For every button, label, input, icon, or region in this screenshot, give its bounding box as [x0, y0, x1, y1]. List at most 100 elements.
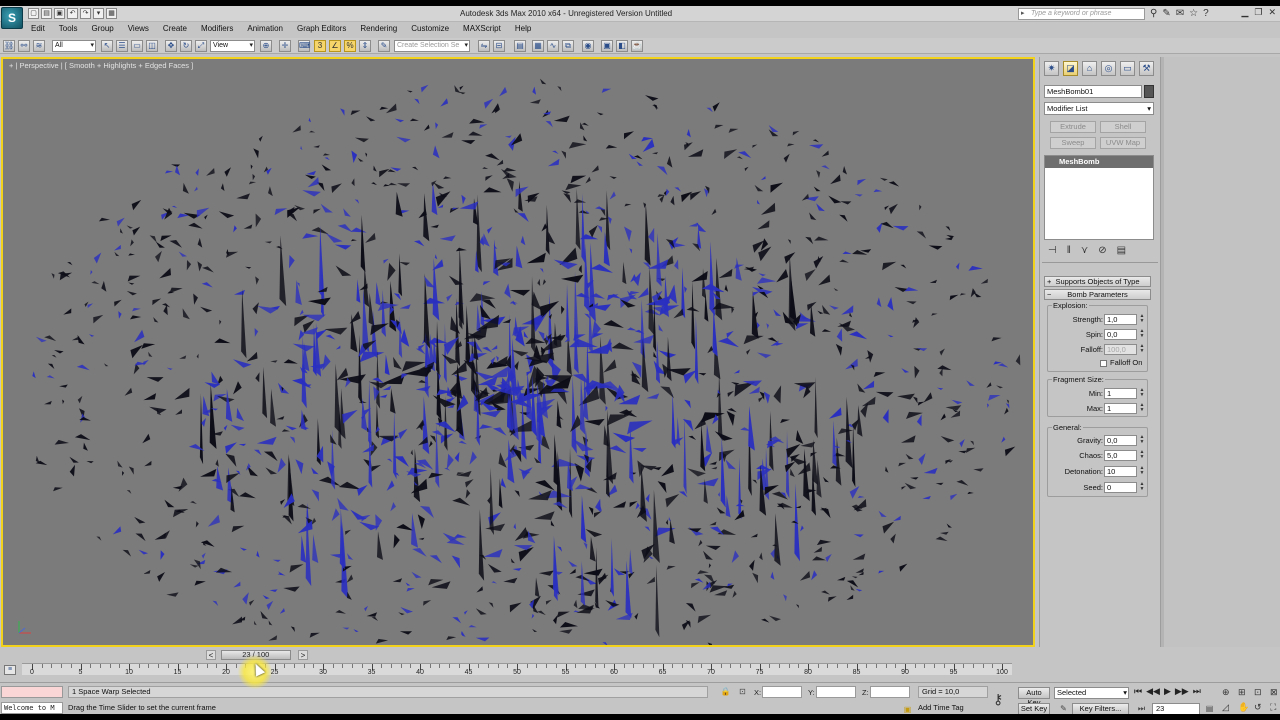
maximize-viewport-icon[interactable]: ⛶	[1270, 702, 1280, 713]
favorites-icon[interactable]: ☆	[1189, 8, 1198, 19]
seed-field[interactable]: 0	[1104, 482, 1137, 493]
set-key-button[interactable]: Set Key	[1018, 703, 1050, 714]
menu-maxscript[interactable]: MAXScript	[456, 23, 508, 35]
z-coordinate-field[interactable]	[870, 686, 910, 698]
key-mode-toggle-icon[interactable]: ⏭	[1136, 704, 1147, 714]
render-production-icon[interactable]: ☕	[631, 40, 643, 52]
display-tab-icon[interactable]: ▭	[1120, 61, 1135, 76]
percent-snap-icon[interactable]: %	[344, 40, 356, 52]
object-name-field[interactable]: MeshBomb01	[1044, 85, 1142, 98]
menu-graph-editors[interactable]: Graph Editors	[290, 23, 353, 35]
detonation-field[interactable]: 10	[1104, 466, 1137, 477]
rollout-bomb-parameters[interactable]: − Bomb Parameters	[1044, 289, 1151, 300]
project-folder-icon[interactable]: ▦	[106, 8, 117, 19]
falloff-field[interactable]: 100,0	[1104, 344, 1137, 355]
time-configuration-icon[interactable]: ▤	[1204, 704, 1215, 714]
infocenter-search-input[interactable]: Type a keyword or phrase	[1018, 8, 1145, 20]
gravity-field[interactable]: 0,0	[1104, 435, 1137, 446]
graphite-ribbon-icon[interactable]: ▦	[532, 40, 544, 52]
pan-icon[interactable]: ✋	[1238, 702, 1250, 713]
key-mode-select[interactable]: Selected	[1054, 687, 1129, 699]
next-key-icon[interactable]: ▶▶	[1175, 686, 1189, 697]
restore-icon[interactable]: ❐	[1254, 7, 1262, 18]
track-bar[interactable]: 0 5 10 15 20 25 30 35 40 45 50 55 60 65 70 75 80 85 90 95 10…	[22, 663, 1012, 676]
auto-key-button[interactable]: Auto Key	[1018, 687, 1050, 707]
spin-field[interactable]: 0,0	[1104, 329, 1137, 340]
show-end-result-icon[interactable]: ‖	[1067, 245, 1071, 256]
modifier-list-select[interactable]: Modifier List	[1044, 102, 1154, 115]
absolute-mode-icon[interactable]: ⊡	[737, 687, 748, 697]
layer-manager-icon[interactable]: ▤	[514, 40, 526, 52]
maxscript-listener-output[interactable]	[1, 686, 63, 698]
key-filter-icon[interactable]: ✎	[1058, 704, 1069, 714]
close-icon[interactable]: ✕	[1268, 7, 1276, 18]
keyboard-shortcut-override-icon[interactable]: ⌨	[298, 40, 311, 52]
hierarchy-tab-icon[interactable]: ⌂	[1082, 61, 1097, 76]
mini-curve-editor-icon[interactable]: ≡	[4, 665, 16, 675]
help-icon[interactable]: ?	[1203, 8, 1209, 19]
motion-tab-icon[interactable]: ◎	[1101, 61, 1116, 76]
select-move-icon[interactable]: ✥	[165, 40, 177, 52]
falloff-spinner-icon[interactable]: ▲ ▼	[1139, 344, 1145, 355]
select-object-icon[interactable]: ↖	[101, 40, 113, 52]
y-coordinate-field[interactable]	[816, 686, 856, 698]
strength-field[interactable]: 1,0	[1104, 314, 1137, 325]
unlink-icon[interactable]: ⚯	[18, 40, 30, 52]
seed-spinner-icon[interactable]: ▲ ▼	[1139, 482, 1145, 493]
communication-icon[interactable]: ✉	[1176, 8, 1184, 19]
zoom-extents-all-icon[interactable]: ⊠	[1270, 687, 1280, 698]
menu-animation[interactable]: Animation	[240, 23, 290, 35]
min-field[interactable]: 1	[1104, 388, 1137, 399]
add-time-tag-button[interactable]: Add Time Tag	[918, 703, 964, 712]
viewport-label[interactable]: + | Perspective | [ Smooth + Highlights …	[9, 61, 193, 70]
make-unique-icon[interactable]: ⋎	[1081, 245, 1088, 256]
go-to-start-icon[interactable]: ⏮	[1134, 686, 1142, 697]
object-color-swatch[interactable]	[1144, 85, 1154, 98]
modify-tab-icon[interactable]: ◪	[1063, 61, 1078, 76]
reference-coordinate-select[interactable]: View	[210, 40, 255, 52]
maxscript-mini-listener[interactable]: Welcome to M	[1, 702, 63, 714]
falloff-on-checkbox[interactable]: Falloff On	[1100, 358, 1142, 367]
menu-group[interactable]: Group	[84, 23, 120, 35]
remove-modifier-icon[interactable]: ⊘	[1098, 245, 1106, 256]
select-scale-icon[interactable]: ⤢	[195, 40, 207, 52]
extrude-button[interactable]: Extrude	[1050, 121, 1096, 133]
current-frame-field[interactable]: 23	[1152, 703, 1200, 714]
detonation-spinner-icon[interactable]: ▲ ▼	[1139, 466, 1145, 477]
menu-modifiers[interactable]: Modifiers	[194, 23, 240, 35]
min-spinner-icon[interactable]: ▲ ▼	[1139, 388, 1145, 399]
spinner-snap-icon[interactable]: ⇕	[359, 40, 371, 52]
material-editor-icon[interactable]: ◉	[582, 40, 594, 52]
open-file-icon[interactable]: ▤	[41, 8, 52, 19]
menu-edit[interactable]: Edit	[24, 23, 52, 35]
stack-item-meshbomb[interactable]: MeshBomb	[1045, 156, 1153, 168]
mirror-icon[interactable]: ⇋	[478, 40, 490, 52]
undo-icon[interactable]: ↶	[67, 8, 78, 19]
menu-help[interactable]: Help	[508, 23, 538, 35]
uvw-map-button[interactable]: UVW Map	[1100, 137, 1146, 149]
orbit-icon[interactable]: ↺	[1254, 702, 1266, 713]
zoom-icon[interactable]: ⊕	[1222, 687, 1234, 698]
field-of-view-icon[interactable]: ◿	[1222, 702, 1234, 713]
selection-filter-select[interactable]: All	[52, 40, 96, 52]
bind-space-warp-icon[interactable]: ≋	[33, 40, 45, 52]
perspective-viewport[interactable]: + | Perspective | [ Smooth + Highlights …	[1, 57, 1035, 647]
zoom-extents-icon[interactable]: ⊡	[1254, 687, 1266, 698]
minimize-icon[interactable]: ▁	[1241, 7, 1248, 18]
binoculars-icon[interactable]: ⚲	[1150, 8, 1157, 19]
pin-stack-icon[interactable]: ⊣	[1048, 245, 1057, 256]
gravity-spinner-icon[interactable]: ▲ ▼	[1139, 435, 1145, 446]
max-field[interactable]: 1	[1104, 403, 1137, 414]
new-file-icon[interactable]: ▢	[28, 8, 39, 19]
utilities-tab-icon[interactable]: ⚒	[1139, 61, 1154, 76]
snaps-toggle-icon[interactable]: 3	[314, 40, 326, 52]
set-key-mode-icon[interactable]: ⚷	[993, 691, 1003, 708]
angle-snap-icon[interactable]: ∠	[329, 40, 341, 52]
create-tab-icon[interactable]: ✷	[1044, 61, 1059, 76]
save-file-icon[interactable]: ▣	[54, 8, 65, 19]
max-spinner-icon[interactable]: ▲ ▼	[1139, 403, 1145, 414]
menu-tools[interactable]: Tools	[52, 23, 85, 35]
subscription-icon[interactable]: ✎	[1162, 8, 1170, 19]
edit-named-selection-icon[interactable]: ✎	[378, 40, 390, 52]
shell-button[interactable]: Shell	[1100, 121, 1146, 133]
